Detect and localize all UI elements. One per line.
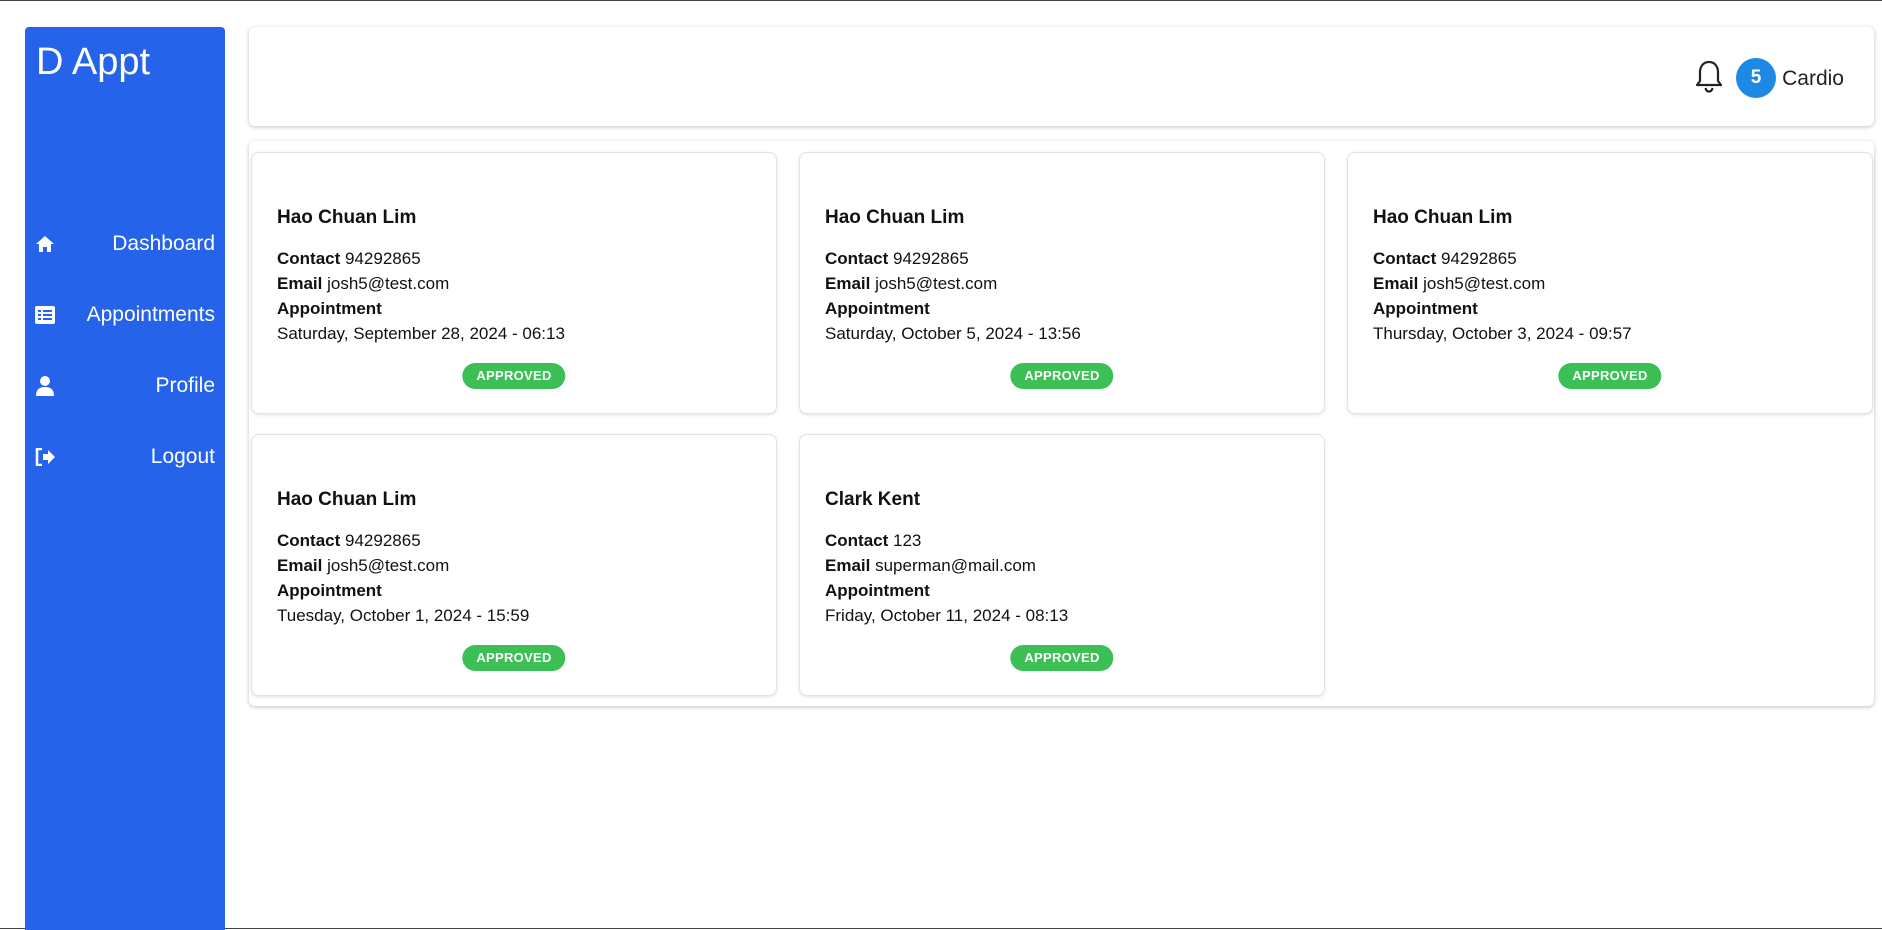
appointment-datetime: Tuesday, October 1, 2024 - 15:59 <box>277 606 530 625</box>
patient-name: Hao Chuan Lim <box>825 207 965 228</box>
app-frame: D Appt Dashboard Appointments Profile Lo… <box>0 0 1882 930</box>
appointments-panel: Hao Chuan Lim Contact 94292865 Email jos… <box>249 141 1874 706</box>
appointment-card-grid: Hao Chuan Lim Contact 94292865 Email jos… <box>251 152 1873 696</box>
email-label: Email <box>825 556 871 575</box>
contact-row: Contact 94292865 <box>277 246 751 271</box>
patient-name: Hao Chuan Lim <box>277 207 417 228</box>
contact-label: Contact <box>277 249 341 268</box>
appointment-card: Hao Chuan Lim Contact 94292865 Email jos… <box>1347 152 1873 414</box>
status-badge: APPROVED <box>1558 363 1662 389</box>
patient-name: Hao Chuan Lim <box>1373 207 1513 228</box>
appointment-label: Appointment <box>825 581 930 600</box>
status-badge: APPROVED <box>1010 363 1114 389</box>
sidebar-item-label: Appointments <box>86 303 215 326</box>
patient-name: Hao Chuan Lim <box>277 489 417 510</box>
email-value: josh5@test.com <box>327 274 450 293</box>
appointment-card: Hao Chuan Lim Contact 94292865 Email jos… <box>799 152 1325 414</box>
contact-row: Contact 94292865 <box>277 528 751 553</box>
home-icon <box>34 233 56 255</box>
contact-row: Contact 94292865 <box>1373 246 1847 271</box>
email-row: Email josh5@test.com <box>825 271 1299 296</box>
email-value: superman@mail.com <box>875 556 1036 575</box>
contact-label: Contact <box>277 531 341 550</box>
email-label: Email <box>1373 274 1419 293</box>
sidebar-item-dashboard[interactable]: Dashboard <box>25 207 225 278</box>
notification-count-badge[interactable]: 5 <box>1736 58 1776 98</box>
sidebar-item-profile[interactable]: Profile <box>25 349 225 420</box>
email-label: Email <box>825 274 871 293</box>
status-badge: APPROVED <box>462 363 566 389</box>
user-icon <box>34 375 56 397</box>
status-badge: APPROVED <box>462 645 566 671</box>
contact-value: 94292865 <box>345 249 421 268</box>
contact-label: Contact <box>1373 249 1437 268</box>
sidebar-item-label: Dashboard <box>112 232 215 255</box>
appointment-datetime: Thursday, October 3, 2024 - 09:57 <box>1373 324 1632 343</box>
appointment-label: Appointment <box>1373 299 1478 318</box>
sidebar-item-logout[interactable]: Logout <box>25 420 225 491</box>
email-value: josh5@test.com <box>875 274 998 293</box>
sidebar-nav: Dashboard Appointments Profile Logout <box>25 207 225 491</box>
email-row: Email josh5@test.com <box>1373 271 1847 296</box>
contact-value: 123 <box>893 531 922 550</box>
user-name[interactable]: Cardio <box>1782 67 1844 91</box>
top-header: 5 Cardio <box>249 27 1874 126</box>
appointment-label: Appointment <box>277 581 382 600</box>
email-row: Email superman@mail.com <box>825 553 1299 578</box>
contact-value: 94292865 <box>345 531 421 550</box>
email-label: Email <box>277 274 323 293</box>
email-label: Email <box>277 556 323 575</box>
bell-icon[interactable] <box>1694 59 1724 93</box>
list-icon <box>34 304 56 326</box>
appointment-label: Appointment <box>825 299 930 318</box>
contact-value: 94292865 <box>893 249 969 268</box>
contact-label: Contact <box>825 249 889 268</box>
appointment-label: Appointment <box>277 299 382 318</box>
email-row: Email josh5@test.com <box>277 271 751 296</box>
appointment-datetime: Friday, October 11, 2024 - 08:13 <box>825 606 1069 625</box>
email-value: josh5@test.com <box>327 556 450 575</box>
brand-logo[interactable]: D Appt <box>36 41 150 84</box>
email-value: josh5@test.com <box>1423 274 1546 293</box>
sidebar: D Appt Dashboard Appointments Profile Lo… <box>25 27 225 930</box>
contact-value: 94292865 <box>1441 249 1517 268</box>
appointment-card: Hao Chuan Lim Contact 94292865 Email jos… <box>251 152 777 414</box>
contact-label: Contact <box>825 531 889 550</box>
appointment-datetime: Saturday, October 5, 2024 - 13:56 <box>825 324 1081 343</box>
status-badge: APPROVED <box>1010 645 1114 671</box>
appointment-datetime: Saturday, September 28, 2024 - 06:13 <box>277 324 565 343</box>
contact-row: Contact 94292865 <box>825 246 1299 271</box>
patient-name: Clark Kent <box>825 489 921 510</box>
appointment-card: Clark Kent Contact 123 Email superman@ma… <box>799 434 1325 696</box>
sidebar-item-label: Logout <box>150 445 215 468</box>
sidebar-item-label: Profile <box>155 374 215 397</box>
logout-icon <box>34 446 56 468</box>
email-row: Email josh5@test.com <box>277 553 751 578</box>
contact-row: Contact 123 <box>825 528 1299 553</box>
sidebar-item-appointments[interactable]: Appointments <box>25 278 225 349</box>
appointment-card: Hao Chuan Lim Contact 94292865 Email jos… <box>251 434 777 696</box>
